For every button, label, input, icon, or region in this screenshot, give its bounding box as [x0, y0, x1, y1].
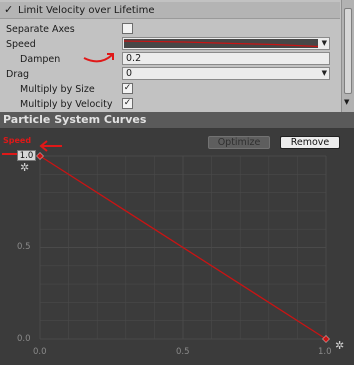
dampen-value: 0.2 — [126, 53, 142, 64]
curve-plot[interactable] — [0, 129, 354, 365]
x-tick-label: 1.0 — [318, 347, 332, 357]
drag-input[interactable]: 0 ▼ — [122, 67, 330, 80]
key-value-label: 1.0 — [17, 150, 36, 161]
multiply-by-velocity-label: Multiply by Velocity — [20, 99, 113, 110]
y-tick-label: 0.0 — [17, 334, 31, 344]
scroll-down-icon[interactable]: ▼ — [344, 98, 349, 106]
x-tick-label: 0.5 — [176, 347, 190, 357]
multiply-by-size-label: Multiply by Size — [20, 84, 95, 95]
curves-panel-header: Particle System Curves — [0, 112, 354, 129]
dampen-input[interactable]: 0.2 — [122, 52, 330, 65]
annotation-arrow-icon — [83, 53, 114, 63]
row-speed: Speed ▼ — [0, 37, 340, 52]
chevron-down-icon[interactable]: ▼ — [322, 68, 327, 79]
speed-label: Speed — [6, 39, 36, 50]
inspector-scrollbar[interactable]: ▼ — [341, 0, 354, 112]
dampen-label: Dampen — [20, 54, 61, 65]
separate-axes-checkbox[interactable] — [122, 23, 133, 34]
annotation-arrow-icon — [39, 140, 62, 152]
speed-curve-preview — [124, 39, 318, 48]
optimize-button[interactable]: Optimize — [208, 136, 270, 149]
chevron-down-icon[interactable]: ▼ — [322, 38, 327, 49]
curve-keyframe[interactable] — [36, 152, 44, 160]
speed-annotation: Speed — [3, 136, 32, 145]
inspector-panel: ✓ Limit Velocity over Lifetime Separate … — [0, 0, 354, 112]
module-enabled-checkbox[interactable]: ✓ — [4, 4, 16, 16]
speed-curve-field[interactable]: ▼ — [122, 37, 330, 50]
x-tick-label: 0.0 — [33, 347, 47, 357]
multiply-by-size-checkbox[interactable]: ✓ — [122, 83, 133, 94]
curves-editor[interactable]: Optimize Remove Speed 1.0 ✲ ✲ 0.5 0.0 0.… — [0, 129, 354, 365]
gear-icon[interactable]: ✲ — [335, 340, 344, 351]
row-separate-axes: Separate Axes — [0, 22, 340, 37]
y-tick-label: 0.5 — [17, 242, 31, 252]
curve-keyframe[interactable] — [322, 335, 330, 343]
row-dampen: Dampen 0.2 — [0, 52, 340, 67]
row-drag: Drag 0 ▼ — [0, 67, 340, 82]
multiply-by-velocity-checkbox[interactable]: ✓ — [122, 98, 133, 109]
gear-icon[interactable]: ✲ — [20, 162, 29, 173]
module-title: Limit Velocity over Lifetime — [18, 5, 155, 16]
row-multiply-by-velocity: Multiply by Velocity ✓ — [0, 97, 340, 112]
drag-label: Drag — [6, 69, 30, 80]
curves-panel-title: Particle System Curves — [3, 113, 147, 126]
row-multiply-by-size: Multiply by Size ✓ — [0, 82, 340, 97]
remove-button[interactable]: Remove — [280, 136, 340, 149]
drag-value: 0 — [126, 68, 133, 79]
module-header-limit-velocity[interactable]: ✓ Limit Velocity over Lifetime — [0, 2, 340, 19]
separate-axes-label: Separate Axes — [6, 24, 75, 35]
scrollbar-thumb[interactable] — [344, 8, 352, 94]
